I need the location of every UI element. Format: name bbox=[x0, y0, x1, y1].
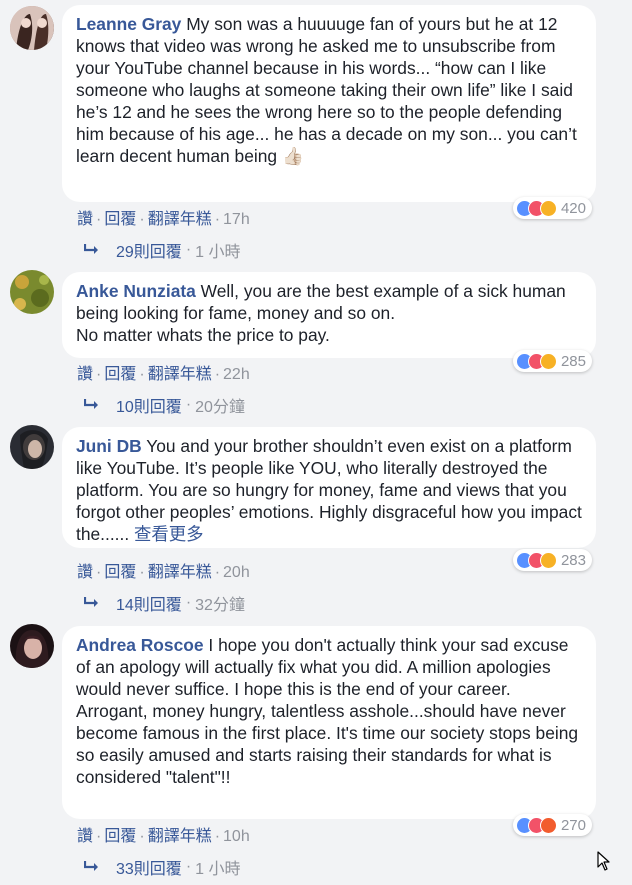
avatar[interactable] bbox=[10, 270, 54, 314]
separator: · bbox=[185, 594, 192, 611]
comment-bubble: Juni DB You and your brother shouldn’t e… bbox=[62, 427, 596, 548]
comment-actions: 讚 · 回覆 · 翻譯年糕 · 17h bbox=[77, 205, 250, 229]
separator: · bbox=[139, 211, 145, 228]
separator: · bbox=[214, 828, 221, 845]
separator: · bbox=[185, 396, 192, 413]
replies-link[interactable]: 33則回覆 · 1 小時 bbox=[84, 855, 241, 879]
reaction-count: 420 bbox=[560, 199, 586, 217]
thumbs-up-emoji: 👍🏻 bbox=[281, 146, 304, 166]
reaction-count: 285 bbox=[560, 352, 586, 370]
reaction-count: 283 bbox=[560, 551, 586, 569]
sad-icon bbox=[539, 199, 557, 217]
separator: · bbox=[96, 564, 102, 581]
separator: · bbox=[96, 211, 102, 228]
commenter-name[interactable]: Anke Nunziata bbox=[76, 281, 196, 301]
commenter-name[interactable]: Juni DB bbox=[76, 436, 142, 456]
translate-button[interactable]: 翻譯年糕 bbox=[148, 211, 212, 228]
angry-icon bbox=[539, 816, 557, 834]
comment-bubble: Anke Nunziata Well, you are the best exa… bbox=[62, 272, 596, 358]
replies-link[interactable]: 29則回覆 · 1 小時 bbox=[84, 238, 241, 262]
separator: · bbox=[139, 366, 145, 383]
reaction-summary[interactable]: 285 bbox=[512, 350, 592, 372]
comment-time[interactable]: 22h bbox=[223, 366, 250, 383]
reply-arrow-icon bbox=[84, 597, 98, 607]
mouse-cursor-icon bbox=[597, 851, 610, 871]
replies-link[interactable]: 14則回覆 · 32分鐘 bbox=[84, 591, 245, 615]
reply-time: 1 小時 bbox=[195, 861, 241, 878]
comment-time[interactable]: 17h bbox=[223, 211, 250, 228]
reply-button[interactable]: 回覆 bbox=[104, 564, 136, 581]
replies-link[interactable]: 10則回覆 · 20分鐘 bbox=[84, 393, 245, 417]
reply-count[interactable]: 14則回覆 bbox=[116, 591, 182, 615]
comment-text: My son was a huuuuge fan of yours but he… bbox=[76, 14, 577, 166]
haha-icon bbox=[539, 551, 557, 569]
reply-time: 20分鐘 bbox=[195, 399, 245, 416]
avatar-image bbox=[10, 624, 54, 668]
translate-button[interactable]: 翻譯年糕 bbox=[148, 366, 212, 383]
separator: · bbox=[185, 858, 192, 875]
separator: · bbox=[214, 211, 221, 228]
avatar-image bbox=[10, 270, 54, 314]
avatar[interactable] bbox=[10, 624, 54, 668]
avatar[interactable] bbox=[10, 425, 54, 469]
separator: · bbox=[214, 366, 221, 383]
like-button[interactable]: 讚 bbox=[77, 828, 93, 845]
separator: · bbox=[96, 828, 102, 845]
like-button[interactable]: 讚 bbox=[77, 211, 93, 228]
comment-actions: 讚 · 回覆 · 翻譯年糕 · 22h bbox=[77, 360, 250, 384]
reply-count[interactable]: 10則回覆 bbox=[116, 393, 182, 417]
comment-actions: 讚 · 回覆 · 翻譯年糕 · 10h bbox=[77, 822, 250, 846]
comment-text: I hope you don't actually think your sad… bbox=[76, 635, 579, 787]
comment-time[interactable]: 20h bbox=[223, 564, 250, 581]
separator: · bbox=[139, 828, 145, 845]
commenter-name[interactable]: Andrea Roscoe bbox=[76, 635, 204, 655]
separator: · bbox=[96, 366, 102, 383]
separator: · bbox=[139, 564, 145, 581]
comment-bubble: Andrea Roscoe I hope you don't actually … bbox=[62, 626, 596, 819]
like-button[interactable]: 讚 bbox=[77, 366, 93, 383]
separator: · bbox=[185, 241, 192, 258]
comment-bubble: Leanne Gray My son was a huuuuge fan of … bbox=[62, 5, 596, 202]
reply-arrow-icon bbox=[84, 399, 98, 409]
reply-count[interactable]: 29則回覆 bbox=[116, 238, 182, 262]
reply-button[interactable]: 回覆 bbox=[104, 211, 136, 228]
comment-time[interactable]: 10h bbox=[223, 828, 250, 845]
avatar[interactable] bbox=[10, 6, 54, 50]
reaction-summary[interactable]: 420 bbox=[512, 197, 592, 219]
reaction-summary[interactable]: 270 bbox=[512, 814, 592, 836]
translate-button[interactable]: 翻譯年糕 bbox=[148, 828, 212, 845]
avatar-image bbox=[10, 6, 54, 50]
reply-button[interactable]: 回覆 bbox=[104, 366, 136, 383]
commenter-name[interactable]: Leanne Gray bbox=[76, 14, 181, 34]
reaction-count: 270 bbox=[560, 816, 586, 834]
reaction-summary[interactable]: 283 bbox=[512, 549, 592, 571]
haha-icon bbox=[539, 352, 557, 370]
like-button[interactable]: 讚 bbox=[77, 564, 93, 581]
reply-count[interactable]: 33則回覆 bbox=[116, 855, 182, 879]
reply-time: 1 小時 bbox=[195, 244, 241, 261]
reply-arrow-icon bbox=[84, 861, 98, 871]
comment-actions: 讚 · 回覆 · 翻譯年糕 · 20h bbox=[77, 558, 250, 582]
reply-time: 32分鐘 bbox=[195, 597, 245, 614]
avatar-image bbox=[10, 425, 54, 469]
see-more-link[interactable]: 查看更多 bbox=[134, 524, 204, 544]
reply-button[interactable]: 回覆 bbox=[104, 828, 136, 845]
reply-arrow-icon bbox=[84, 244, 98, 254]
separator: · bbox=[214, 564, 221, 581]
translate-button[interactable]: 翻譯年糕 bbox=[148, 564, 212, 581]
